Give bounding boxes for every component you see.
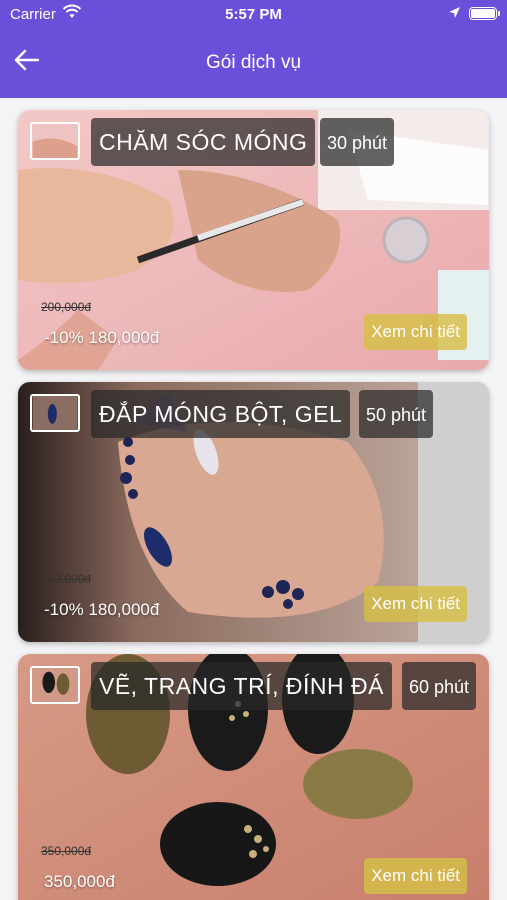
app-header: Carrier 5:57 PM Gói dịch vụ [0, 0, 507, 98]
status-bar: Carrier 5:57 PM [0, 0, 507, 30]
service-thumbnail [30, 394, 80, 432]
original-price: 200,000đ [41, 572, 92, 586]
service-card[interactable]: CHĂM SÓC MÓNG 30 phút 200,000đ -10% 180,… [18, 110, 489, 370]
service-name: ĐẮP MÓNG BỘT, GEL [91, 390, 351, 438]
discounted-price: -10% 180,000đ [44, 328, 160, 347]
original-price: 200,000đ [41, 300, 92, 314]
view-detail-button[interactable]: Xem chi tiết [364, 314, 467, 350]
service-list[interactable]: CHĂM SÓC MÓNG 30 phút 200,000đ -10% 180,… [0, 98, 507, 900]
location-arrow-icon [449, 7, 460, 18]
service-duration: 50 phút [359, 390, 434, 438]
service-duration: 60 phút [402, 662, 477, 710]
discounted-price: -10% 180,000đ [44, 600, 160, 619]
view-detail-button[interactable]: Xem chi tiết [364, 858, 467, 894]
service-name: VẼ, TRANG TRÍ, ĐÍNH ĐÁ [91, 662, 392, 710]
service-duration: 30 phút [320, 118, 395, 166]
service-card[interactable]: ĐẮP MÓNG BỘT, GEL 50 phút 200,000đ -10% … [18, 382, 489, 642]
service-name: CHĂM SÓC MÓNG [91, 118, 316, 166]
service-card[interactable]: VẼ, TRANG TRÍ, ĐÍNH ĐÁ 60 phút 350,000đ … [18, 654, 489, 900]
battery-icon [469, 7, 500, 20]
page-title: Gói dịch vụ [205, 52, 302, 73]
service-thumbnail [30, 666, 80, 704]
view-detail-button[interactable]: Xem chi tiết [364, 586, 467, 622]
clock: 5:57 PM [225, 6, 282, 23]
original-price: 350,000đ [41, 844, 92, 858]
discounted-price: 350,000đ [44, 872, 115, 891]
service-thumbnail [30, 122, 80, 160]
